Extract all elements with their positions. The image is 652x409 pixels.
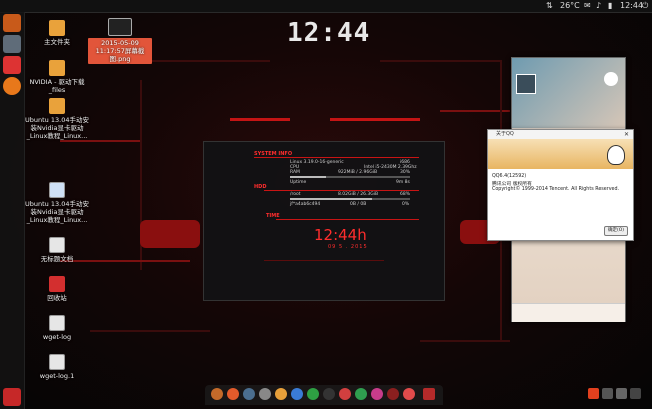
desktop-icon-untitled-doc[interactable]: 无标题文档 xyxy=(22,237,92,263)
uptime-label: Uptime xyxy=(290,180,307,185)
weather-icon[interactable] xyxy=(604,72,618,86)
text-file-icon xyxy=(49,315,65,331)
copyright-text: Copyright© 1999-2014 Tencent. All Rights… xyxy=(492,187,620,192)
dialog-title-bar: 关于QQ ✕ xyxy=(488,130,633,139)
dialog-title: 关于QQ xyxy=(496,131,514,137)
network-icon[interactable]: ⇅ xyxy=(546,1,553,11)
hdd-other-percent: 0% xyxy=(402,202,410,207)
qq-bottom-toolbar[interactable] xyxy=(512,303,625,322)
dock xyxy=(205,385,443,405)
desktop-icon-ubuntu-folder[interactable]: Ubuntu 13.04手动安装Nvidia显卡驱动_Linux教程_Linux… xyxy=(22,98,92,140)
dock-media-icon[interactable] xyxy=(339,388,351,400)
firefox-icon[interactable] xyxy=(3,77,21,95)
ok-button[interactable]: 确定(O) xyxy=(604,226,628,236)
company-text: 腾讯公司 版权所有 xyxy=(492,182,532,187)
monitor-date: 09 5 . 2015 xyxy=(328,244,368,250)
html-file-icon xyxy=(49,182,65,198)
system-monitor-widget: SYSTEM INFO Linux 3.19.0-16-generic i686… xyxy=(203,141,445,301)
dock-download-icon[interactable] xyxy=(307,388,319,400)
hdd-root-value: 8.02GiB / 26.3GiB xyxy=(338,192,379,197)
dock-settings-icon[interactable] xyxy=(259,388,271,400)
volume-icon[interactable]: ♪ xyxy=(596,1,601,11)
close-icon[interactable]: ✕ xyxy=(624,130,629,139)
hdd-root-label: /root xyxy=(290,192,301,197)
hdd-other-value: 0B / 0B xyxy=(350,202,367,207)
folder-icon xyxy=(49,20,65,36)
panel-clock[interactable]: 12:44 xyxy=(620,1,643,11)
tray-settings-icon[interactable] xyxy=(616,388,627,399)
desktop-icon-wget-log-1[interactable]: wget-log.1 xyxy=(22,354,92,380)
dock-mail-icon[interactable] xyxy=(291,388,303,400)
dock-chrome-icon[interactable] xyxy=(355,388,367,400)
ram-value: 922MiB / 2.96GiB xyxy=(338,170,378,175)
folder-icon xyxy=(49,98,65,114)
uptime-value: 9m 8s xyxy=(396,180,410,185)
tray-menu-icon[interactable] xyxy=(630,388,641,399)
tray-keyboard-icon[interactable] xyxy=(602,388,613,399)
desktop: 26°C ⇅ ✉ ♪ ▮ 12:44 ⏻ 主文件夹 NVIDIA - 驱动下载_… xyxy=(0,0,652,409)
desktop-icon-home[interactable]: 主文件夹 xyxy=(22,20,92,46)
power-icon[interactable]: ⏻ xyxy=(642,1,648,11)
dock-trash-icon[interactable] xyxy=(423,388,435,400)
mail-icon[interactable]: ✉ xyxy=(584,1,591,11)
dock-terminal-icon[interactable] xyxy=(323,388,335,400)
text-file-icon xyxy=(49,237,65,253)
dock-music-icon[interactable] xyxy=(275,388,287,400)
ram-label: RAM xyxy=(290,170,300,175)
dock-disk-icon[interactable] xyxy=(387,388,399,400)
trash-icon[interactable] xyxy=(3,388,21,406)
image-file-icon xyxy=(108,18,132,36)
battery-icon[interactable]: ▮ xyxy=(608,1,612,11)
desktop-icon-screenshot[interactable]: 2015-05-09 11:17:57屏幕截图.png xyxy=(88,18,152,64)
desktop-icon-trash[interactable]: 回收站 xyxy=(22,276,92,302)
sogou-icon[interactable] xyxy=(588,388,599,399)
dock-files-icon[interactable] xyxy=(243,388,255,400)
hdd-other-label: jf*a4ab6c494 xyxy=(290,202,321,207)
qq-avatar[interactable] xyxy=(516,74,536,94)
trash-icon xyxy=(49,276,65,292)
hdd-root-percent: 68% xyxy=(400,192,411,197)
clock-widget: 12:44 xyxy=(287,18,371,48)
ram-bar xyxy=(290,176,410,178)
ram-percent: 30% xyxy=(400,170,411,175)
desktop-icon-wget-log[interactable]: wget-log xyxy=(22,315,92,341)
dock-app-icon[interactable] xyxy=(371,388,383,400)
qq-penguin-icon xyxy=(607,145,625,165)
files-icon[interactable] xyxy=(3,35,21,53)
dock-home-icon[interactable] xyxy=(211,388,223,400)
desktop-icon-ubuntu-html[interactable]: Ubuntu 13.04手动安装Nvidia显卡驱动_Linux教程_Linux… xyxy=(22,182,92,224)
desktop-icon-nvidia-files[interactable]: NVIDIA - 驱动下载_files xyxy=(22,60,92,94)
dash-home-icon[interactable] xyxy=(3,14,21,32)
monitor-time: 12:44h xyxy=(314,226,367,244)
version-text: QQ6.4(12592) xyxy=(492,174,527,179)
text-file-icon xyxy=(49,354,65,370)
about-qq-dialog: 关于QQ ✕ QQ6.4(12592) 腾讯公司 版权所有 Copyright©… xyxy=(487,129,634,241)
app-launcher-icon[interactable] xyxy=(3,56,21,74)
temperature-label[interactable]: 26°C xyxy=(560,1,580,11)
hdd-root-bar xyxy=(290,198,410,200)
top-panel: 26°C ⇅ ✉ ♪ ▮ 12:44 ⏻ xyxy=(0,0,652,13)
qq-banner xyxy=(488,139,633,169)
dock-browser-icon[interactable] xyxy=(227,388,239,400)
folder-icon xyxy=(49,60,65,76)
dock-record-icon[interactable] xyxy=(403,388,415,400)
